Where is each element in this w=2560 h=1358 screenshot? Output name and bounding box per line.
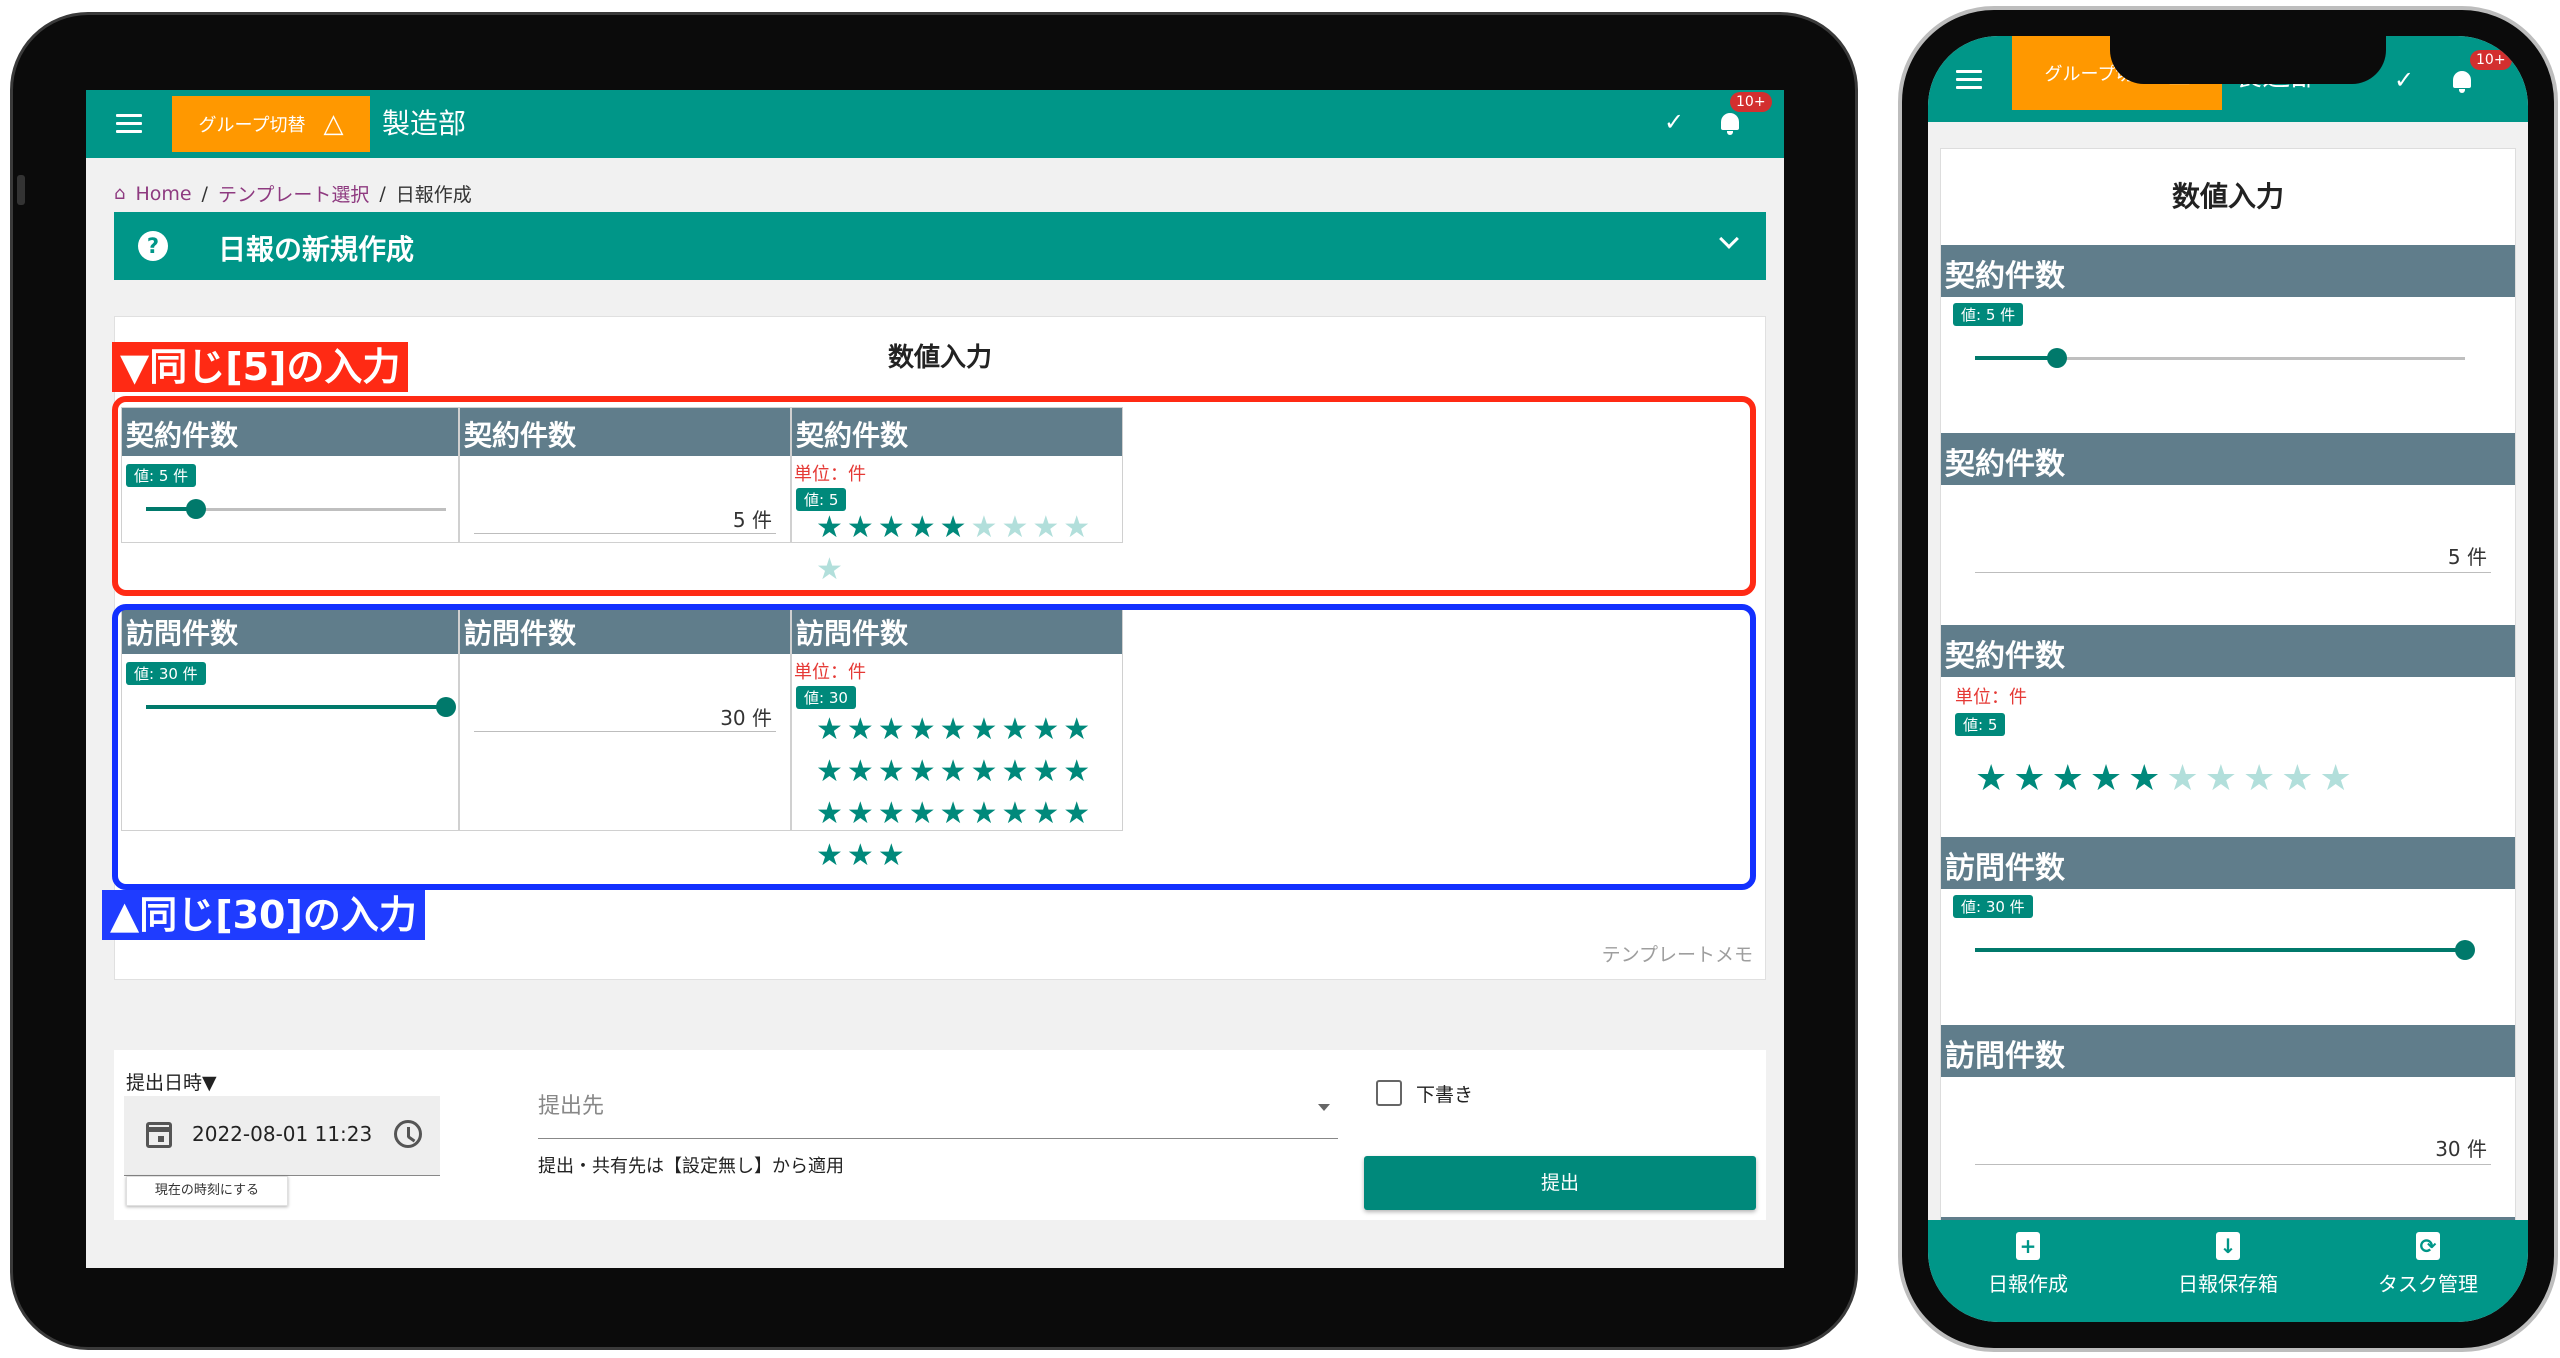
field-label: 契約件数 [1941,433,2515,485]
slider-fill [1975,948,2465,952]
star-icon[interactable]: ★ [2320,759,2352,799]
template-memo: テンプレートメモ [1601,944,1753,966]
home-icon[interactable]: ⌂ [114,183,125,204]
star-icon[interactable]: ★ [1975,759,2007,799]
star-icon[interactable]: ★ [2013,759,2045,799]
notification-badge: 10+ [1730,92,1772,112]
phone-notch [2110,32,2386,84]
star-icon[interactable]: ★ [2052,759,2084,799]
slider-fill [1975,356,2057,360]
check-icon[interactable]: ✓ [2394,66,2414,94]
set-now-button[interactable]: 現在の時刻にする [126,1176,288,1206]
bell-icon[interactable] [1718,110,1742,136]
destination-select[interactable]: 提出先 [538,1088,604,1120]
nav-create-report[interactable]: + 日報作成 [1928,1232,2128,1297]
chevron-down-icon[interactable] [1719,229,1739,249]
page-title-bar[interactable]: ? 日報の新規作成 [114,212,1766,280]
star-icon[interactable]: ★ [2281,759,2313,799]
group-switch-label: グループ切替 [198,115,306,136]
star-icon[interactable]: ★ [2166,759,2198,799]
number-input[interactable]: 5 件 [1975,541,2491,573]
value-chip: 値: 5 件 [1953,303,2024,326]
number-input[interactable]: 30 件 [1975,1133,2491,1165]
breadcrumb: ⌂ Home / テンプレート選択 / 日報作成 [114,180,472,207]
nav-task-management[interactable]: ⟳ タスク管理 [2328,1232,2528,1297]
annotation-same-30: ▲同じ[30]の入力 [102,890,425,940]
highlight-box-red [112,396,1756,596]
help-icon[interactable]: ? [138,231,168,261]
breadcrumb-home[interactable]: Home [135,183,191,205]
breadcrumb-separator: / [379,182,386,205]
star-icon[interactable]: ★ [2128,759,2160,799]
breadcrumb-separator: / [201,182,208,205]
breadcrumb-current: 日報作成 [395,184,472,206]
archive-icon: ↓ [2216,1232,2240,1260]
star-icon[interactable]: ★ [2243,759,2275,799]
phone-screen: グループ切替 △ 製造部 ✓ 10+ 数値入力 契約件数 値: 5 件 契約件数… [1928,36,2528,1322]
slider-thumb[interactable] [2455,940,2475,960]
unit-label: 単位：件 [1955,687,2027,708]
section-title: 数値入力 [2171,180,2284,213]
nav-label: 日報保存箱 [2178,1272,2278,1296]
department-name: 製造部 [382,107,467,140]
number-value: 30 件 [2435,1137,2487,1161]
numeric-input-card: 数値入力 契約件数 値: 5 件 契約件数 5 件 契約件数 単位：件 値: 5… [1940,148,2516,1269]
menu-icon[interactable] [116,114,142,134]
field-label: 訪問件数 [1941,1025,2515,1077]
nav-label: タスク管理 [2378,1272,2478,1296]
nav-label: 日報作成 [1988,1272,2068,1296]
notification-badge: 10+ [2470,50,2512,70]
date-label[interactable]: 提出日時▼ [126,1068,217,1095]
field-label: 契約件数 [1941,625,2515,677]
task-icon: ⟳ [2416,1232,2440,1260]
draft-label: 下書き [1416,1084,1474,1106]
check-icon[interactable]: ✓ [1664,108,1684,136]
dropdown-arrow-icon[interactable] [1318,1104,1330,1111]
field-label: 契約件数 [1941,245,2515,297]
star-icon[interactable]: ★ [2205,759,2237,799]
value-chip: 値: 5 [1955,713,2006,736]
star-rating[interactable]: ★ ★ ★ ★ ★ ★ ★ ★ ★ ★ [1975,759,2485,799]
bottom-nav: + 日報作成 ↓ 日報保存箱 ⟳ タスク管理 [1928,1220,2528,1322]
calendar-icon[interactable] [146,1122,172,1148]
warning-icon: △ [323,109,344,139]
bell-icon[interactable] [2450,68,2474,94]
destination-underline [538,1138,1338,1139]
menu-icon[interactable] [1956,70,1982,90]
field-label: 訪問件数 [1941,837,2515,889]
highlight-box-blue [112,604,1756,890]
page-title: 日報の新規作成 [218,233,415,266]
group-switch-button[interactable]: グループ切替 △ [172,96,370,152]
clock-icon[interactable] [394,1120,422,1148]
value-chip: 値: 30 件 [1953,895,2033,918]
tablet-camera [17,175,25,205]
destination-hint: 提出・共有先は【設定無し】から適用 [538,1156,844,1177]
annotation-same-5: ▼同じ[5]の入力 [112,342,409,392]
number-value: 5 件 [2447,545,2487,569]
submit-button[interactable]: 提出 [1364,1156,1756,1210]
date-time-field[interactable]: 2022-08-01 11:23 [124,1096,440,1176]
nav-saved-reports[interactable]: ↓ 日報保存箱 [2128,1232,2328,1297]
star-icon[interactable]: ★ [2090,759,2122,799]
slider-thumb[interactable] [2046,348,2067,368]
new-document-icon: + [2016,1232,2040,1260]
app-bar: グループ切替 △ 製造部 ✓ 10+ [86,90,1784,158]
date-value: 2022-08-01 11:23 [192,1122,373,1146]
breadcrumb-template-select[interactable]: テンプレート選択 [218,180,369,207]
submit-panel: 提出日時▼ 2022-08-01 11:23 現在の時刻にする 提出先 提出・共… [114,1050,1766,1220]
draft-checkbox[interactable] [1376,1080,1402,1106]
